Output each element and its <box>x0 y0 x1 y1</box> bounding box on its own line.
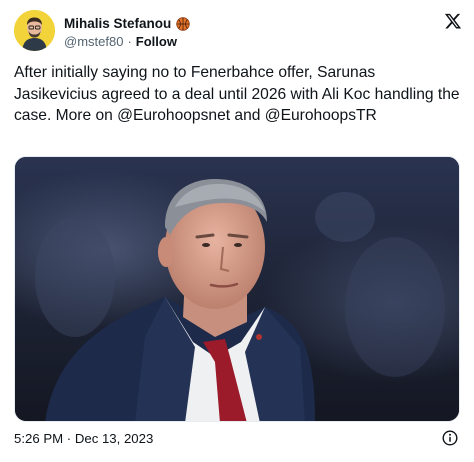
tweet-timestamp[interactable]: 5:26 PM · Dec 13, 2023 <box>14 431 153 446</box>
author-name[interactable]: Mihalis Stefanou <box>64 16 171 31</box>
tweet-footer: 5:26 PM · Dec 13, 2023 <box>14 430 460 448</box>
x-logo-glyph <box>444 13 462 29</box>
author-handle-row: @mstef80 · Follow <box>64 33 177 49</box>
tweet-photo[interactable] <box>14 156 460 422</box>
author-handle[interactable]: @mstef80 <box>64 34 123 49</box>
info-glyph <box>442 430 458 446</box>
separator-dot: · <box>127 33 132 49</box>
photo-illustration <box>15 157 459 421</box>
tweet-header: Mihalis Stefanou @mstef80 · Follow <box>14 10 464 52</box>
x-logo-icon[interactable] <box>444 12 462 30</box>
avatar-illustration <box>14 10 55 51</box>
basketball-icon <box>176 16 190 31</box>
tweet-card: Mihalis Stefanou @mstef80 · Follow After… <box>0 0 474 462</box>
tweet-text: After initially saying no to Fenerbahce … <box>14 64 460 124</box>
author-name-row: Mihalis Stefanou <box>64 15 190 32</box>
info-icon[interactable] <box>442 430 458 446</box>
avatar[interactable] <box>14 10 55 51</box>
follow-button[interactable]: Follow <box>136 34 177 49</box>
